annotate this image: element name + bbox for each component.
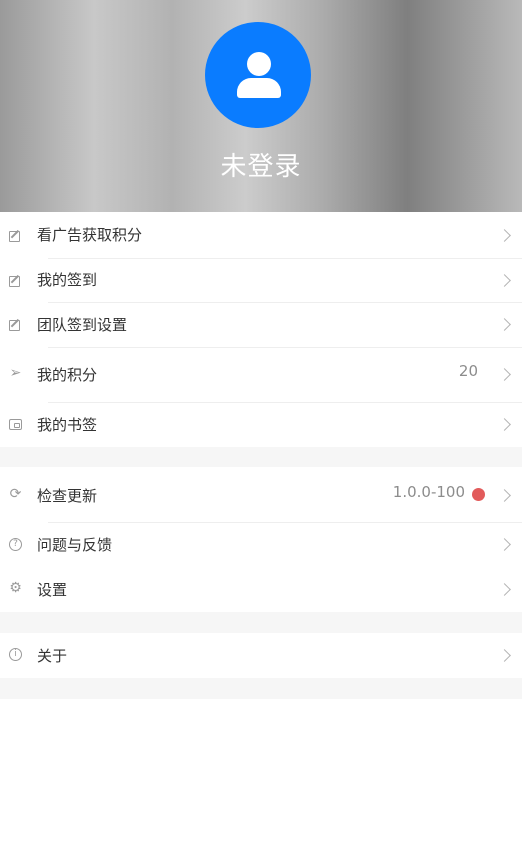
section-gap xyxy=(0,447,522,467)
refresh-icon: ⟳ xyxy=(9,486,22,502)
user-icon-body xyxy=(237,78,281,98)
chevron-right-icon xyxy=(498,229,511,242)
login-status-label[interactable]: 未登录 xyxy=(0,146,522,183)
menu-item-label: 检查更新 xyxy=(37,487,98,505)
section-gap xyxy=(0,678,522,699)
menu-item-my-points[interactable]: ➢ 我的积分 20 xyxy=(0,348,522,402)
wallet-icon xyxy=(8,417,23,432)
menu-item-label: 我的签到 xyxy=(37,271,98,289)
edit-icon xyxy=(8,317,23,332)
chevron-right-icon xyxy=(498,274,511,287)
avatar[interactable] xyxy=(205,22,311,128)
info-icon: i xyxy=(8,647,23,662)
menu-item-label: 我的积分 xyxy=(37,366,98,384)
menu-item-watch-ads[interactable]: 看广告获取积分 xyxy=(0,212,522,258)
section-gap xyxy=(0,612,522,633)
menu-item-about[interactable]: i 关于 xyxy=(0,633,522,678)
chevron-right-icon xyxy=(498,538,511,551)
menu-item-my-signin[interactable]: 我的签到 xyxy=(0,259,522,302)
chevron-right-icon xyxy=(498,649,511,662)
chevron-right-icon xyxy=(498,418,511,431)
update-badge xyxy=(472,488,485,501)
edit-icon xyxy=(8,273,23,288)
points-value: 20 xyxy=(458,362,478,380)
chevron-right-icon xyxy=(498,583,511,596)
profile-header: 未登录 xyxy=(0,0,522,212)
menu-item-label: 问题与反馈 xyxy=(37,536,113,554)
user-icon xyxy=(247,52,271,76)
menu-item-my-bookmarks[interactable]: 我的书签 xyxy=(0,403,522,447)
menu-item-label: 我的书签 xyxy=(37,416,98,434)
help-icon: ? xyxy=(8,537,23,552)
menu-item-label: 团队签到设置 xyxy=(37,316,128,334)
menu-item-label: 关于 xyxy=(37,647,68,665)
chevron-right-icon xyxy=(498,489,511,502)
edit-icon xyxy=(8,228,23,243)
menu-item-feedback[interactable]: ? 问题与反馈 xyxy=(0,523,522,567)
send-icon: ➢ xyxy=(9,365,22,381)
chevron-right-icon xyxy=(498,368,511,381)
menu-item-check-update[interactable]: ⟳ 检查更新 1.0.0-100 xyxy=(0,467,522,522)
menu-item-label: 设置 xyxy=(37,581,68,599)
version-value: 1.0.0-100 xyxy=(392,483,465,501)
menu-item-label: 看广告获取积分 xyxy=(37,226,143,244)
gear-icon: ⚙ xyxy=(9,580,22,596)
menu-item-settings[interactable]: ⚙ 设置 xyxy=(0,567,522,612)
menu-item-team-signin-settings[interactable]: 团队签到设置 xyxy=(0,303,522,347)
chevron-right-icon xyxy=(498,318,511,331)
